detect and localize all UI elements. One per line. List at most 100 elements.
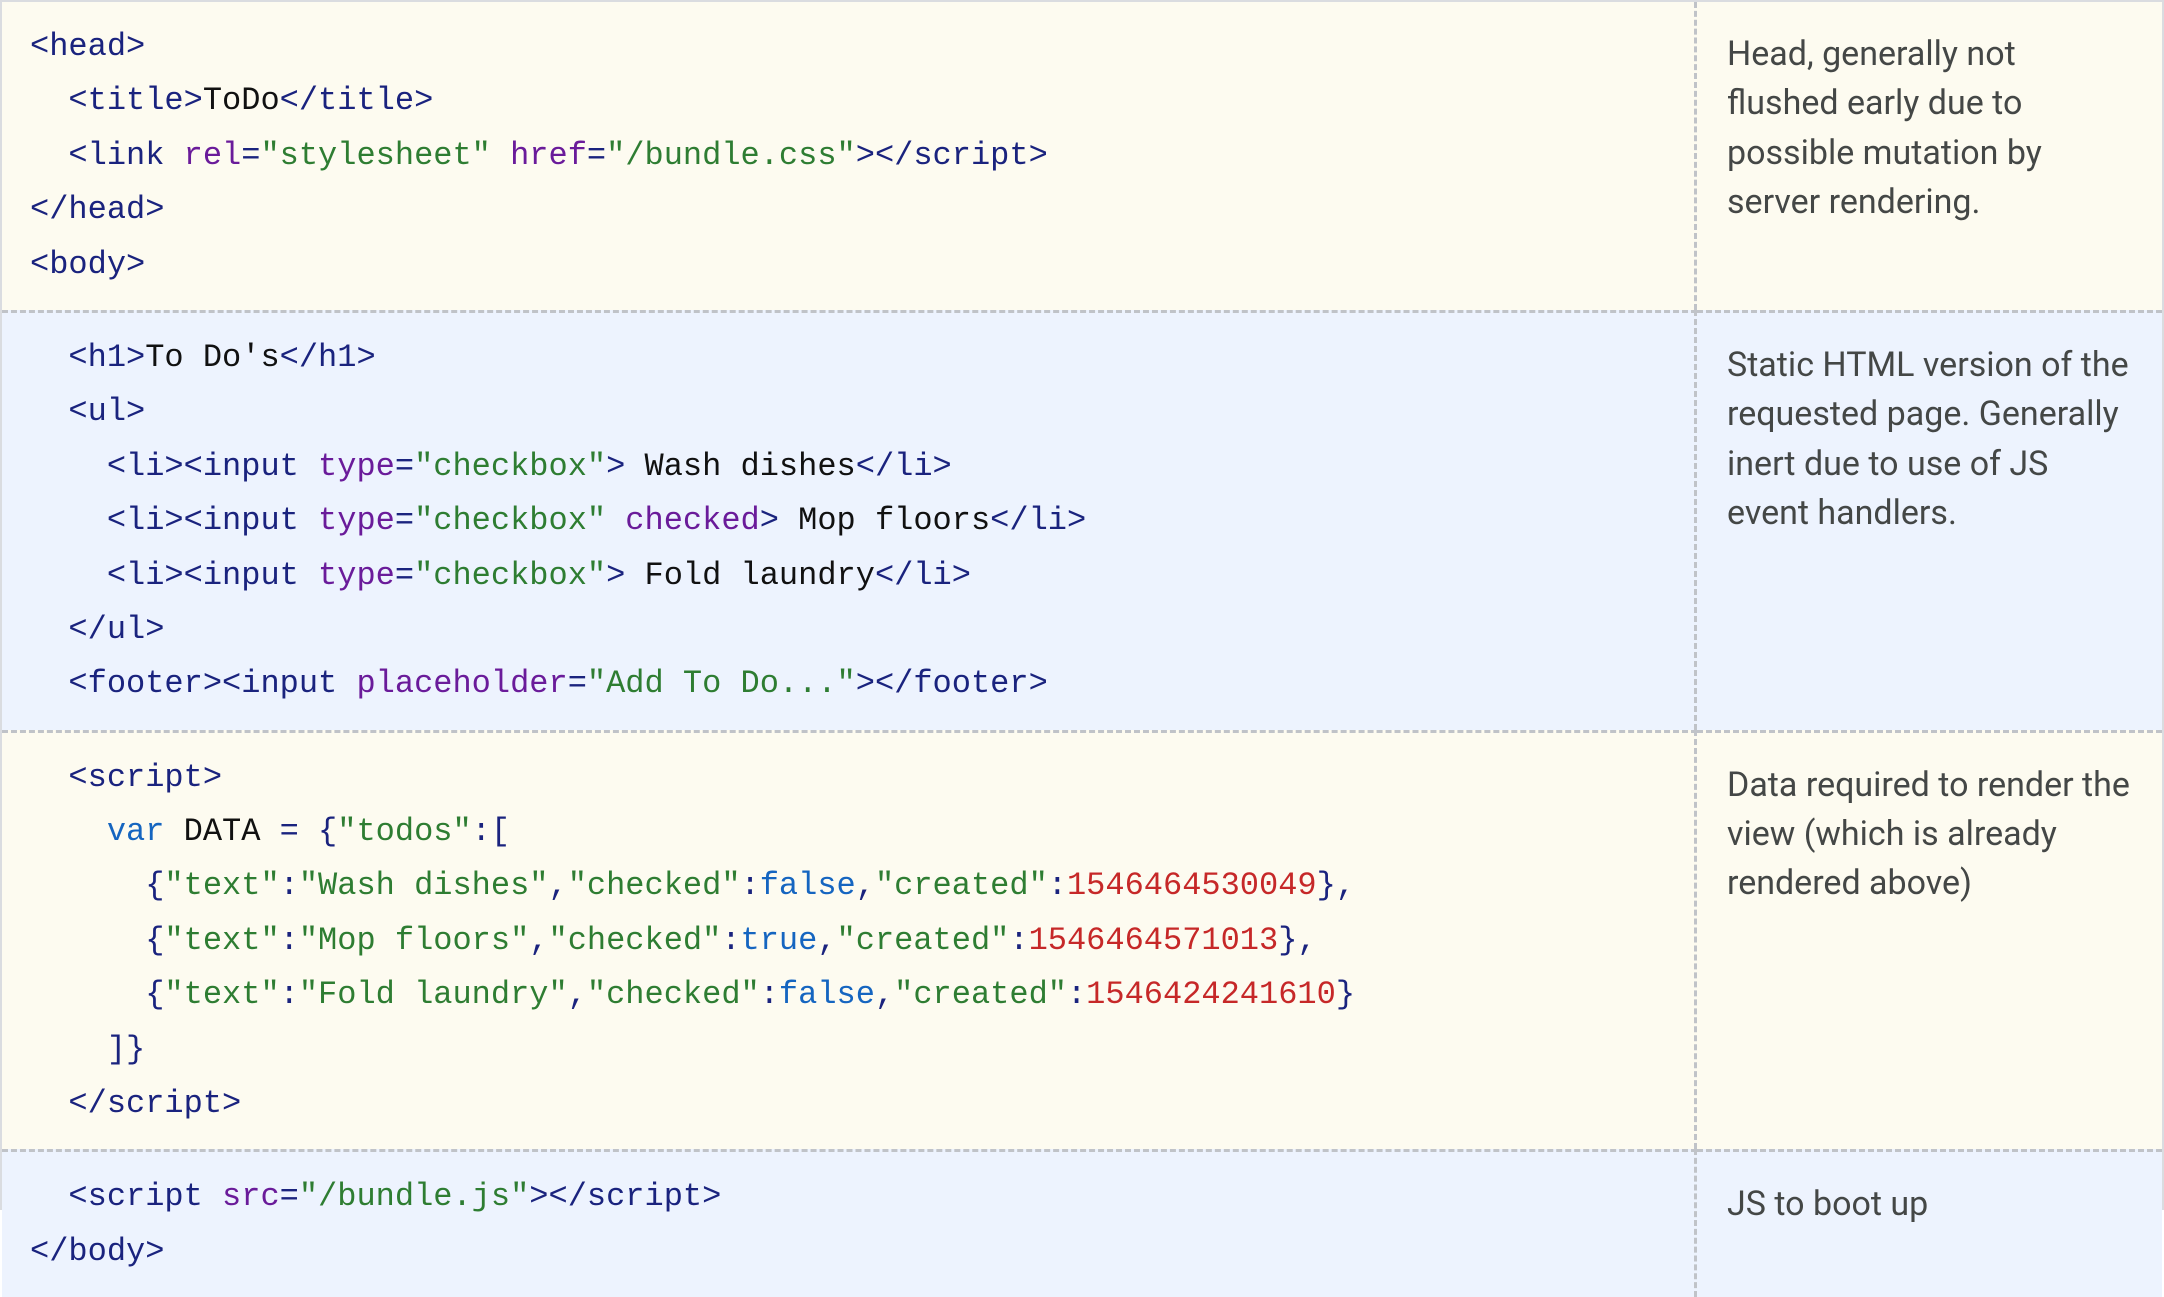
token-tag: <footer><input xyxy=(68,665,337,702)
token-tag: <body> xyxy=(30,246,145,283)
token-str: "/bundle.css" xyxy=(606,137,856,174)
annotation: Static HTML version of the requested pag… xyxy=(1697,310,2162,730)
token-text xyxy=(606,502,625,539)
token-tag: , xyxy=(529,922,548,959)
token-tag: : xyxy=(721,922,740,959)
token-text xyxy=(30,976,145,1013)
token-text xyxy=(30,557,107,594)
token-tag: , xyxy=(856,867,875,904)
token-tag: : xyxy=(741,867,760,904)
token-tag: } xyxy=(1336,976,1355,1013)
token-tag: = xyxy=(280,813,299,850)
section-row: <h1>To Do's</h1> <ul> <li><input type="c… xyxy=(2,310,2162,730)
token-text: Mop floors xyxy=(779,502,990,539)
token-num: 1546424241610 xyxy=(1086,976,1336,1013)
token-text xyxy=(30,82,68,119)
token-attr: placeholder xyxy=(356,665,567,702)
annotation: Head, generally not flushed early due to… xyxy=(1697,2,2162,310)
token-tag: </title> xyxy=(280,82,434,119)
token-text xyxy=(30,611,68,648)
token-num: 1546464530049 xyxy=(1067,867,1317,904)
token-tag: , xyxy=(875,976,894,1013)
section-row: <head> <title>ToDo</title> <link rel="st… xyxy=(2,2,2162,310)
token-str: "checked" xyxy=(587,976,760,1013)
token-bool: true xyxy=(741,922,818,959)
token-tag: , xyxy=(568,976,587,1013)
token-tag: = xyxy=(395,502,414,539)
token-text xyxy=(30,502,107,539)
code-line: <link rel="stylesheet" href="/bundle.css… xyxy=(30,129,1670,183)
token-tag: }, xyxy=(1317,867,1355,904)
token-tag: > xyxy=(856,665,875,702)
code-annotation-diagram: <head> <title>ToDo</title> <link rel="st… xyxy=(0,0,2164,1210)
token-str: "checked" xyxy=(548,922,721,959)
token-tag: </body> xyxy=(30,1233,164,1270)
token-str: "checkbox" xyxy=(414,502,606,539)
token-attr: href xyxy=(510,137,587,174)
token-text xyxy=(30,922,145,959)
token-str: "Add To Do..." xyxy=(587,665,856,702)
code-line: </ul> xyxy=(30,603,1670,657)
token-tag: ipt> xyxy=(164,1085,241,1122)
token-tag: </footer> xyxy=(875,665,1048,702)
token-text: ToDo xyxy=(203,82,280,119)
token-tag: <li><input xyxy=(107,502,299,539)
code-line: var DATA = {"todos":[ xyxy=(30,805,1670,859)
token-text: DATA xyxy=(164,813,279,850)
token-attr: type xyxy=(318,502,395,539)
token-str: "text" xyxy=(164,867,279,904)
token-text xyxy=(30,448,107,485)
code-line: {"text":"Fold laundry","checked":false,"… xyxy=(30,968,1670,1022)
token-text xyxy=(299,557,318,594)
annotation-text: Data required to render the view (which … xyxy=(1727,761,2132,909)
token-str: "Mop floors" xyxy=(299,922,529,959)
token-text xyxy=(299,448,318,485)
code-block: <script src="/bundle.js"></script> </body… xyxy=(2,1149,1697,1297)
code-line: <h1>To Do's</h1> xyxy=(30,331,1670,385)
token-tag: > xyxy=(606,557,625,594)
code-line: <li><input type="checkbox"> Wash dishes<… xyxy=(30,440,1670,494)
token-attr: rel xyxy=(184,137,242,174)
code-line: <ul> xyxy=(30,385,1670,439)
code-line: <footer><input placeholder="Add To Do...… xyxy=(30,657,1670,711)
token-text xyxy=(30,665,68,702)
token-tag: </li> xyxy=(856,448,952,485)
token-tag: </ul> xyxy=(68,611,164,648)
code-line: <head> xyxy=(30,20,1670,74)
code-line: <script src="/bundle.js"></script> xyxy=(30,1170,1670,1224)
code-line: <title>ToDo</title> xyxy=(30,74,1670,128)
token-text: To Do's xyxy=(145,339,279,376)
token-text xyxy=(164,137,183,174)
annotation-text: Static HTML version of the requested pag… xyxy=(1727,341,2132,538)
token-str: "created" xyxy=(894,976,1067,1013)
token-tag: :[ xyxy=(472,813,510,850)
token-tag: }, xyxy=(1278,922,1316,959)
token-text xyxy=(30,1085,68,1122)
token-tag: , xyxy=(548,867,567,904)
token-text xyxy=(30,339,68,376)
token-tag: </head> xyxy=(30,191,164,228)
token-text xyxy=(299,813,318,850)
code-line: <body> xyxy=(30,238,1670,292)
annotation-text: Head, generally not flushed early due to… xyxy=(1727,30,2132,227)
token-str: "stylesheet" xyxy=(260,137,490,174)
code-line: <li><input type="checkbox" checked> Mop … xyxy=(30,494,1670,548)
token-tag: </li> xyxy=(875,557,971,594)
code-line: <li><input type="checkbox"> Fold laundry… xyxy=(30,549,1670,603)
token-tag: </h1> xyxy=(280,339,376,376)
token-tag: = xyxy=(395,448,414,485)
token-tag: <ul> xyxy=(68,393,145,430)
code-line: {"text":"Wash dishes","checked":false,"c… xyxy=(30,859,1670,913)
token-str: "created" xyxy=(875,867,1048,904)
section-row: <script> var DATA = {"todos":[ {"text":"… xyxy=(2,730,2162,1150)
token-tag: > xyxy=(856,137,875,174)
token-tag: <title> xyxy=(68,82,202,119)
token-text xyxy=(30,1031,107,1068)
token-attr: type xyxy=(318,557,395,594)
token-tag: = xyxy=(587,137,606,174)
code-line: </head> xyxy=(30,183,1670,237)
token-text xyxy=(30,393,68,430)
token-str: "checkbox" xyxy=(414,557,606,594)
token-tag: </li> xyxy=(990,502,1086,539)
token-tag: : xyxy=(280,867,299,904)
